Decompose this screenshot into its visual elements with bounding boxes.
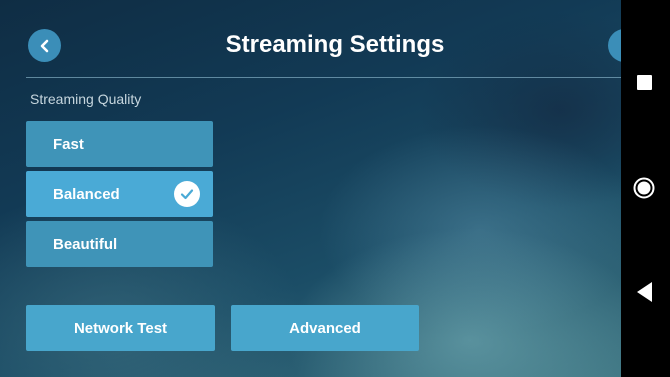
option-label: Balanced (53, 185, 120, 203)
option-label: Fast (53, 135, 84, 153)
option-label: Beautiful (53, 235, 118, 253)
page-title: Streaming Settings (225, 31, 445, 58)
back-icon[interactable] (636, 281, 654, 303)
network-test-button[interactable]: Network Test (26, 305, 215, 351)
check-icon (174, 181, 200, 207)
header-divider (26, 77, 621, 78)
recents-icon[interactable] (637, 75, 652, 90)
quality-option-fast[interactable]: Fast (26, 121, 213, 167)
advanced-label: Advanced (289, 319, 361, 337)
network-test-label: Network Test (73, 319, 168, 337)
advanced-button[interactable]: Advanced (231, 305, 419, 351)
quality-option-balanced[interactable]: Balanced (26, 171, 213, 217)
home-icon[interactable] (633, 177, 655, 199)
screen: Streaming Quality Fast Balanced Beautifu… (0, 0, 670, 377)
quality-option-beautiful[interactable]: Beautiful (26, 221, 213, 267)
streaming-quality-label: Streaming Quality (30, 91, 142, 107)
